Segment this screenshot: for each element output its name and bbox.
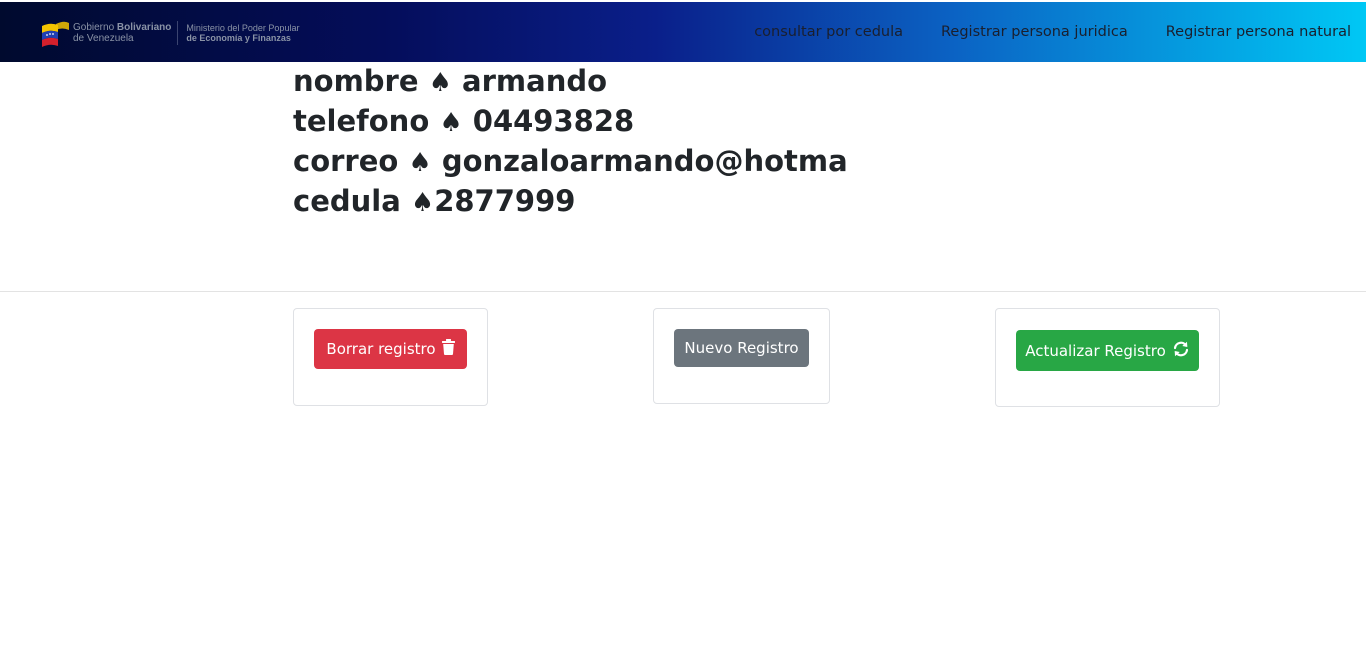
spade-icon: ♠ [408,148,432,178]
main-nav: consultar por cedula Registrar persona j… [716,2,1366,62]
update-record-button[interactable]: Actualizar Registro [1016,330,1199,371]
record-row-nombre: nombre ♠ armando [293,62,848,102]
top-navbar: Gobierno Bolivariano de Venezuela Minist… [0,0,1366,62]
government-logo[interactable]: Gobierno Bolivariano de Venezuela Minist… [40,14,299,52]
record-value: 2877999 [434,184,576,218]
venezuela-flag-icon [40,18,70,48]
sync-icon [1172,341,1190,361]
delete-button-label: Borrar registro [326,340,436,358]
nav-registrar-persona-juridica[interactable]: Registrar persona juridica [941,24,1128,40]
record-label: telefono [293,104,440,138]
ministry-name: Ministerio del Poder Popular de Economía… [186,23,299,43]
spade-icon: ♠ [439,108,463,138]
record-value: gonzaloarmando@hotma [431,144,848,178]
update-card: Actualizar Registro [995,308,1220,407]
new-record-button[interactable]: Nuevo Registro [674,329,809,367]
nav-registrar-persona-natural[interactable]: Registrar persona natural [1166,24,1351,40]
nav-consultar-por-cedula[interactable]: consultar por cedula [754,24,903,40]
ministry-line2: de Economía y Finanzas [186,33,291,43]
record-label: correo [293,144,409,178]
brand-line1-bold: Bolivariano [116,22,172,33]
new-button-label: Nuevo Registro [684,339,799,357]
section-divider [0,291,1366,292]
delete-record-button[interactable]: Borrar registro [314,329,467,369]
brand-line1-prefix: Gobierno [73,22,117,33]
record-value: 04493828 [462,104,635,138]
record-label: cedula [293,184,411,218]
ministry-line1: Ministerio del Poder Popular [186,23,300,33]
brand-line2: de Venezuela [73,33,134,44]
record-details: nombre ♠ armando telefono ♠ 04493828 cor… [293,62,848,222]
record-row-telefono: telefono ♠ 04493828 [293,102,848,142]
spade-icon: ♠ [410,188,435,218]
spade-icon: ♠ [428,68,452,98]
brand-name: Gobierno Bolivariano de Venezuela [73,22,171,44]
delete-card: Borrar registro [293,308,488,406]
record-value: armando [451,64,608,98]
record-label: nombre [293,64,429,98]
new-record-card: Nuevo Registro [653,308,830,404]
update-button-label: Actualizar Registro [1025,341,1166,360]
record-row-cedula: cedula ♠2877999 [293,182,848,222]
brand-separator [177,21,179,45]
record-row-correo: correo ♠ gonzaloarmando@hotma [293,142,848,182]
trash-icon [441,339,455,359]
